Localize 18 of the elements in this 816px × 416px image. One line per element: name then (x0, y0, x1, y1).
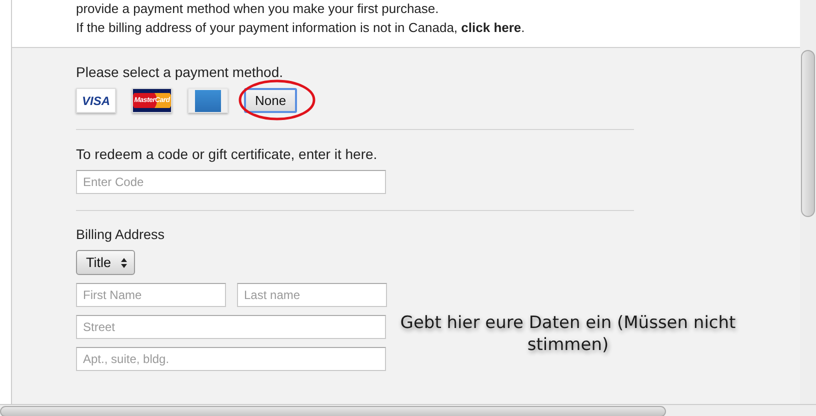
redeem-label: To redeem a code or gift certificate, enter it here. (76, 146, 378, 162)
street-field[interactable]: Street (76, 315, 386, 339)
amex-card-icon[interactable] (188, 88, 228, 113)
payment-label: Please select a payment method. (76, 64, 284, 80)
last-name-field[interactable]: Last name (237, 283, 387, 307)
updown-arrows-icon (121, 258, 128, 268)
apt-field[interactable]: Apt., suite, bldg. (76, 347, 386, 371)
visa-card-button[interactable]: VISA (76, 88, 116, 113)
title-select[interactable]: Title (76, 250, 136, 275)
intro-text: provide a payment method when you make your first purchase. (76, 0, 440, 18)
billing-heading: Billing Address (76, 227, 165, 242)
first-name-field[interactable]: First Name (76, 283, 226, 307)
vertical-scrollbar[interactable] (800, 0, 816, 404)
code-field[interactable]: Enter Code (76, 170, 386, 194)
billing-note: If the billing address of your payment information is not in Canada, click here. (76, 19, 526, 37)
horizontal-scrollbar[interactable] (0, 404, 816, 416)
annotation-text: Gebt hier eure Daten ein (Müssen nicht stimmen) (399, 312, 737, 356)
none-button[interactable]: None (244, 88, 298, 113)
